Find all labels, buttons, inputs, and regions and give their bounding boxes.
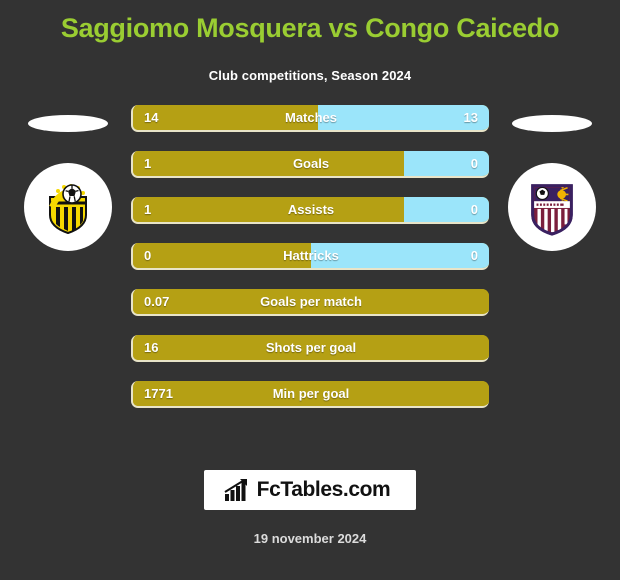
comparison-section: 14 Matches 13 1 Goals 0 1 Assists 0 0 Hattricks 0 0.… — [0, 104, 620, 408]
home-logo-highlight — [28, 114, 108, 132]
stat-row: 0.07 Goals per match — [131, 288, 489, 316]
stat-away-value: 0 — [470, 155, 478, 171]
stat-row: 1771 Min per goal — [131, 380, 489, 408]
away-crest-disc — [508, 162, 596, 251]
stat-label: Shots per goal — [265, 339, 357, 355]
page-subtitle: Club competitions, Season 2024 — [208, 67, 412, 83]
stat-label: Matches — [284, 109, 338, 125]
stat-away-value: 0 — [470, 247, 478, 263]
stat-row: 16 Shots per goal — [131, 334, 489, 362]
brand-badge[interactable]: FcTables.com — [203, 470, 417, 510]
home-team-logo[interactable] — [24, 114, 112, 251]
home-team-crest-icon — [49, 183, 87, 234]
away-team-crest-icon — [531, 183, 573, 236]
stat-label: Assists — [287, 201, 335, 217]
stat-label: Min per goal — [272, 385, 350, 401]
brand-name: FcTables.com — [256, 478, 391, 501]
stat-row: 1 Assists 0 — [131, 196, 489, 224]
stat-away-value: 0 — [470, 201, 478, 217]
home-crest-disc — [24, 162, 112, 251]
stats-list: 14 Matches 13 1 Goals 0 1 Assists 0 0 Hattricks 0 0.… — [131, 104, 489, 427]
page-header: Saggiomo Mosquera vs Congo Caicedo Club … — [0, 0, 620, 83]
stat-row: 0 Hattricks 0 — [131, 242, 489, 270]
stat-label: Goals per match — [260, 293, 362, 309]
stat-label: Goals — [292, 155, 330, 171]
report-date: 19 november 2024 — [253, 531, 367, 546]
page-title: Saggiomo Mosquera vs Congo Caicedo — [60, 13, 560, 43]
stat-row: 14 Matches 13 — [131, 104, 489, 132]
away-logo-highlight — [512, 114, 592, 132]
page-footer: FcTables.com 19 november 2024 — [0, 470, 620, 546]
stat-label: Hattricks — [283, 247, 339, 263]
stat-row: 1 Goals 0 — [131, 150, 489, 178]
bar-chart-icon — [224, 479, 247, 501]
stat-away-value: 13 — [463, 109, 478, 125]
away-team-logo[interactable] — [508, 114, 596, 251]
